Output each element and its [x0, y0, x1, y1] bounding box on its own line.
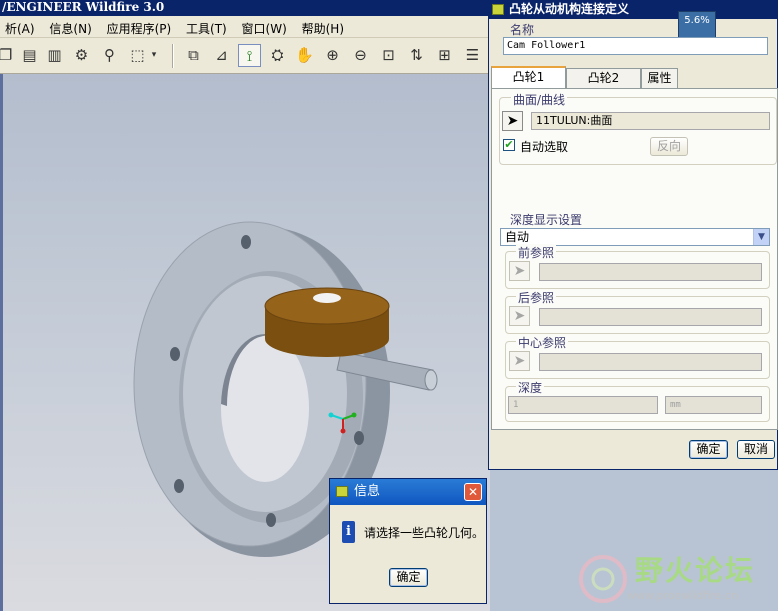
name-label: 名称 — [510, 23, 535, 37]
checkmark-icon: ✔ — [504, 138, 514, 151]
watermark-url: www.proewildfire.cn — [627, 589, 738, 602]
info-ok-button[interactable]: 确定 — [389, 568, 428, 587]
find-icon[interactable]: ⚲ — [98, 44, 121, 67]
drag-components-icon[interactable]: ⛭ — [266, 44, 289, 67]
select-arrow-icon: ➤ — [513, 353, 526, 369]
tab-cam2[interactable]: 凸轮2 — [566, 68, 641, 88]
menu-bar: 析(A) 信息(N) 应用程序(P) 工具(T) 窗口(W) 帮助(H) — [0, 16, 490, 38]
shaft-end — [424, 369, 438, 391]
chevron-down-icon[interactable]: ▾ — [148, 44, 160, 67]
surface-collector[interactable]: 11TULUN:曲面 — [531, 112, 770, 130]
name-field[interactable]: Cam Follower1 — [503, 37, 768, 55]
select-box-icon[interactable]: ⬚ — [126, 44, 149, 67]
menu-tools[interactable]: 工具(T) — [181, 16, 233, 37]
app-title: /ENGINEER Wildfire 3.0 — [2, 0, 165, 14]
bolt-hole — [174, 479, 184, 493]
surface-select-button[interactable]: ➤ — [502, 111, 523, 131]
center-ref-select-button[interactable]: ➤ — [509, 351, 530, 371]
bolt-hole — [266, 513, 276, 527]
bolt-hole — [170, 347, 180, 361]
chevron-down-icon[interactable]: ▼ — [753, 229, 769, 245]
info-icon: i — [342, 521, 355, 543]
watermark: 野火论坛 www.proewildfire.cn — [575, 545, 778, 611]
front-ref-collector[interactable] — [539, 263, 762, 281]
tab-cam1[interactable]: 凸轮1 — [491, 66, 566, 89]
refit-icon[interactable]: ⊡ — [377, 44, 400, 67]
watermark-text: 野火论坛 — [635, 554, 756, 587]
center-ref-collector[interactable] — [539, 353, 762, 371]
triad-z-dot — [340, 428, 346, 434]
info-title: 信息 — [354, 484, 381, 499]
cam-hole — [313, 293, 341, 303]
dialog-title: 凸轮从动机构连接定义 — [509, 2, 630, 16]
depth-field[interactable]: 1 — [508, 396, 658, 414]
menu-applications[interactable]: 应用程序(P) — [102, 16, 178, 37]
app-icon — [336, 486, 348, 497]
menu-info[interactable]: 信息(N) — [44, 16, 97, 37]
auto-select-checkbox[interactable]: ✔ — [503, 139, 515, 151]
layers-icon[interactable]: ⧉ — [182, 44, 205, 67]
triad-x-dot — [328, 412, 334, 418]
info-title-bar[interactable]: 信息 ✕ — [330, 479, 486, 505]
cancel-button[interactable]: 取消 — [737, 440, 775, 459]
info-dialog: 信息 ✕ i 请选择一些凸轮几何。 确定 — [329, 478, 487, 604]
zoom-out-icon[interactable]: ⊖ — [349, 44, 372, 67]
menu-window[interactable]: 窗口(W) — [237, 16, 293, 37]
menu-analysis[interactable]: 析(A) — [0, 16, 41, 37]
zoom-in-icon[interactable]: ⊕ — [321, 44, 344, 67]
triad-y-dot — [351, 412, 357, 418]
select-arrow-icon: ➤ — [506, 113, 519, 129]
watermark-logo — [579, 555, 627, 603]
back-ref-select-button[interactable]: ➤ — [509, 306, 530, 326]
depth-label: 深度 — [516, 379, 545, 396]
paste-special-icon[interactable]: ▥ — [43, 44, 66, 67]
saved-views-icon[interactable]: ☰ — [461, 44, 484, 67]
bolt-hole — [354, 431, 364, 445]
select-arrow-icon: ➤ — [513, 263, 526, 279]
bolt-hole — [241, 235, 251, 249]
surface-group-label: 曲面/曲线 — [511, 91, 568, 108]
annotation-icon[interactable]: ⊞ — [433, 44, 456, 67]
depth-display-label: 深度显示设置 — [510, 213, 583, 227]
regenerate-icon[interactable]: ⚙ — [70, 44, 93, 67]
ok-button[interactable]: 确定 — [689, 440, 728, 459]
app-title-bar: /ENGINEER Wildfire 3.0 — [0, 0, 490, 16]
front-ref-select-button[interactable]: ➤ — [509, 261, 530, 281]
dialog-title-bar[interactable]: 凸轮从动机构连接定义 — [489, 1, 777, 19]
info-message: 请选择一些凸轮几何。 — [364, 526, 485, 540]
paste-icon[interactable]: ▤ — [18, 44, 41, 67]
back-ref-label: 后参照 — [516, 289, 557, 306]
depth-display-value: 自动 — [505, 230, 530, 244]
select-arrow-icon: ➤ — [513, 308, 526, 324]
app-icon — [492, 4, 504, 15]
tab-properties[interactable]: 属性 — [641, 68, 678, 88]
pan-hand-icon[interactable]: ✋ — [293, 44, 316, 67]
toolbar: ❐ ▤ ▥ ⚙ ⚲ ⬚ ▾ ⧉ ⊿ ⟟ ⛭ ✋ ⊕ ⊖ ⊡ ⇅ ⊞ ☰ — [0, 38, 490, 74]
sketch-icon[interactable]: ⊿ — [210, 44, 233, 67]
auto-select-label: 自动选取 — [520, 140, 569, 154]
close-icon[interactable]: ✕ — [464, 483, 482, 501]
depth-unit-field[interactable]: mm — [665, 396, 762, 414]
front-ref-label: 前参照 — [516, 244, 557, 261]
progress-label: 5.6% — [684, 15, 710, 26]
reorient-icon[interactable]: ⇅ — [405, 44, 428, 67]
reverse-button[interactable]: 反向 — [650, 137, 688, 156]
copy-icon[interactable]: ❐ — [0, 44, 17, 67]
back-ref-collector[interactable] — [539, 308, 762, 326]
connection-icon[interactable]: ⟟ — [238, 44, 261, 67]
toolbar-divider — [172, 44, 174, 68]
center-ref-label: 中心参照 — [516, 334, 569, 351]
menu-help[interactable]: 帮助(H) — [297, 16, 350, 37]
